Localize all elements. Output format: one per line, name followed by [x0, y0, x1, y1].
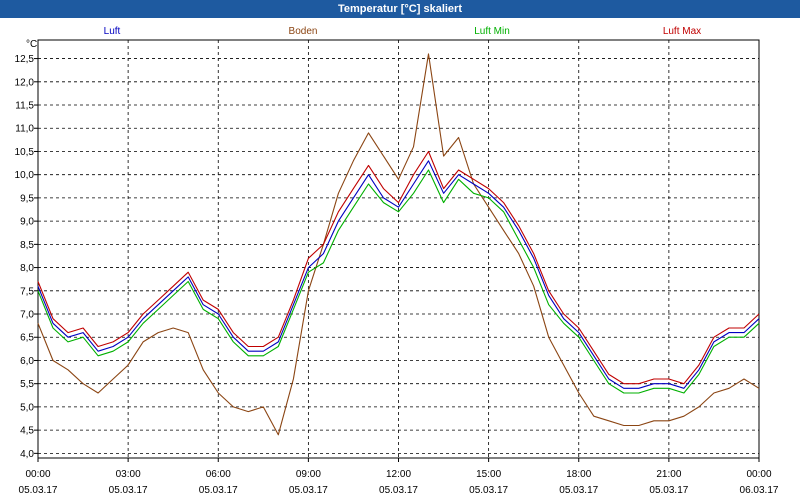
y-tick-label: 5,0 — [20, 402, 34, 413]
y-tick-label: 10,0 — [15, 170, 35, 181]
y-tick-label: 6,0 — [20, 356, 34, 367]
y-tick-label: 10,5 — [15, 147, 35, 158]
temperature-chart: 4,0 4,5 5,0 5,5 6,0 6,5 7,0 7,5 8,0 8,5 9,0 9,5 10,0… — [15, 26, 779, 496]
x-tick-date: 05.03.17 — [379, 485, 418, 496]
y-tick-label: 9,0 — [20, 217, 34, 228]
x-tick-date: 05.03.17 — [559, 485, 598, 496]
x-tick-time: 12:00 — [386, 469, 411, 480]
y-tick-label: 5,5 — [20, 379, 34, 390]
y-tick-label: 12,5 — [15, 54, 35, 65]
y-tick-label: 7,5 — [20, 286, 34, 297]
y-axis-unit: °C — [26, 39, 37, 50]
x-tick-time: 18:00 — [566, 469, 591, 480]
x-tick-date: 05.03.17 — [109, 485, 148, 496]
x-tick-time: 21:00 — [656, 469, 681, 480]
x-tick-date: 05.03.17 — [289, 485, 328, 496]
legend-entry: Luft — [104, 26, 121, 37]
y-tick-label: 9,5 — [20, 193, 34, 204]
y-tick-label: 8,0 — [20, 263, 34, 274]
grid — [38, 40, 759, 458]
x-tick-time: 03:00 — [116, 469, 141, 480]
y-tick-label: 11,0 — [15, 124, 34, 135]
x-tick-time: 09:00 — [296, 469, 321, 480]
y-axis: 4,0 4,5 5,0 5,5 6,0 6,5 7,0 7,5 8,0 8,5 9,0 9,5 10,0… — [15, 54, 38, 460]
y-tick-label: 7,0 — [20, 310, 34, 321]
x-tick-time: 06:00 — [206, 469, 231, 480]
legend-entry: Luft Max — [663, 26, 701, 37]
x-tick-time: 00:00 — [746, 469, 771, 480]
x-tick-time: 00:00 — [25, 469, 50, 480]
x-tick-date: 05.03.17 — [649, 485, 688, 496]
y-tick-label: 4,0 — [20, 449, 34, 460]
x-tick-time: 15:00 — [476, 469, 501, 480]
y-tick-label: 11,5 — [15, 101, 34, 112]
y-tick-label: 12,0 — [15, 77, 35, 88]
y-tick-label: 8,5 — [20, 240, 34, 251]
x-tick-date: 06.03.17 — [740, 485, 779, 496]
y-tick-label: 6,5 — [20, 333, 34, 344]
legend: Luft Boden Luft Min Luft Max — [104, 26, 702, 37]
x-tick-date: 05.03.17 — [199, 485, 238, 496]
x-tick-date: 05.03.17 — [469, 485, 508, 496]
x-axis: 00:00 05.03.17 03:00 05.03.17 06:00 05.03.17 0… — [19, 458, 779, 496]
legend-entry: Luft Min — [474, 26, 510, 37]
y-tick-label: 4,5 — [20, 426, 34, 437]
legend-entry: Boden — [289, 26, 318, 37]
x-tick-date: 05.03.17 — [19, 485, 58, 496]
